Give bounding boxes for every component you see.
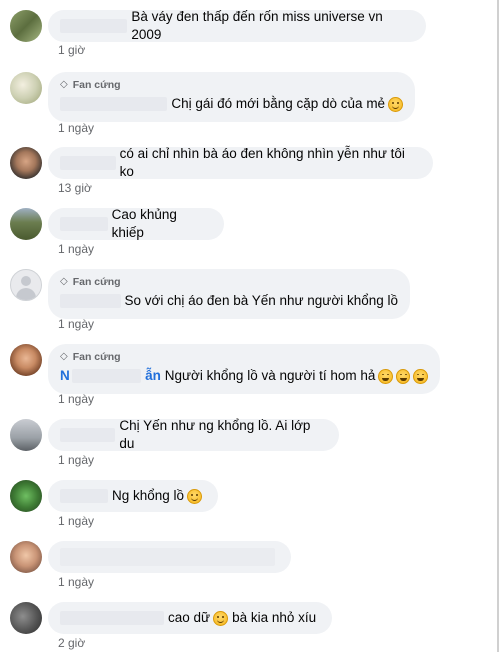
avatar[interactable] [10,72,42,104]
comment-text: Ng khổng lồ [112,488,185,503]
laugh-emoji-icon [413,368,428,384]
avatar[interactable] [10,10,42,42]
comment-time[interactable]: 1 ngày [58,514,94,528]
commenter-name-start[interactable]: N [60,367,70,385]
redacted-name [60,19,128,33]
comment-bubble[interactable]: Cao khủng khiếp [48,207,224,240]
comment-text-continued: bà kia nhỏ xíu [232,610,317,625]
redacted-comment [60,548,275,566]
redacted-name [60,428,116,442]
comment-bubble[interactable]: Bà váy đen thấp đến rốn miss universe vn… [48,9,426,42]
comment-bubble[interactable]: Chị Yến như ng khổng lồ. Ai lớp du [48,418,339,451]
comment-text: So với chị áo đen bà Yến như người khổng… [124,293,398,308]
comment-time[interactable]: 1 ngày [58,121,94,135]
avatar[interactable] [10,480,42,512]
comment-time[interactable]: 1 giờ [58,43,85,57]
fan-badge: ◇ Fan cứng [60,274,398,290]
comment-time[interactable]: 13 giờ [58,181,92,195]
redacted-name [71,369,142,383]
fan-badge-gem-icon: ◇ [60,276,68,287]
comment-time[interactable]: 1 ngày [58,317,94,331]
comment-bubble[interactable]: cao dữ bà kia nhỏ xíu [48,602,332,634]
comment-time[interactable]: 1 ngày [58,575,94,589]
comment-bubble[interactable]: ◇ Fan cứng Chị gái đó mới bằng cặp dò củ… [48,72,415,122]
smile-emoji-icon [213,610,229,626]
comment-text: Bà váy đen thấp đến rốn miss universe vn… [131,9,383,42]
laugh-emoji-icon [378,368,393,384]
comment-bubble[interactable] [48,541,291,573]
avatar[interactable] [10,269,42,301]
avatar[interactable] [10,147,42,179]
fan-badge-label: Fan cứng [72,79,121,91]
fan-badge-label: Fan cứng [72,351,121,363]
avatar[interactable] [10,208,42,240]
comment-text: Cao khủng khiếp [111,207,177,240]
commenter-name-end[interactable]: ẫn [145,367,161,385]
comment-time[interactable]: 1 ngày [58,392,94,406]
avatar[interactable] [10,602,42,634]
comment-bubble[interactable]: có ai chỉ nhìn bà áo đen không nhìn yễn … [48,146,433,179]
comment-time[interactable]: 2 giờ [58,636,85,650]
comment-text: có ai chỉ nhìn bà áo đen không nhìn yễn … [119,146,405,179]
redacted-name [60,489,108,503]
comment-text: Người khổng lồ và người tí hom hả [164,368,376,383]
comment-time[interactable]: 1 ngày [58,242,94,256]
redacted-name [60,156,116,170]
smile-emoji-icon [388,96,403,112]
comment-text: Chị gái đó mới bằng cặp dò của mẻ [171,96,386,111]
grin-emoji-icon [187,488,203,504]
fan-badge: ◇ Fan cứng [60,349,428,365]
laugh-emoji-icon [395,368,411,384]
fan-badge: ◇ Fan cứng [60,77,403,93]
redacted-name [60,294,121,308]
redacted-name [60,611,164,625]
comment-bubble[interactable]: ◇ Fan cứng N ẫn Người khổng lồ và người … [48,344,440,394]
redacted-name [60,97,168,111]
comment-text: cao dữ [168,610,211,625]
avatar[interactable] [10,419,42,451]
comment-time[interactable]: 1 ngày [58,453,94,467]
comment-text: Chị Yến như ng khổng lồ. Ai lớp du [119,418,311,451]
fan-badge-label: Fan cứng [72,276,121,288]
fan-badge-gem-icon: ◇ [60,79,68,90]
avatar[interactable] [10,344,42,376]
fan-badge-gem-icon: ◇ [60,351,68,362]
comment-bubble[interactable]: Ng khổng lồ [48,480,218,512]
redacted-name [60,217,108,231]
comment-bubble[interactable]: ◇ Fan cứng So với chị áo đen bà Yến như … [48,269,410,319]
avatar[interactable] [10,541,42,573]
